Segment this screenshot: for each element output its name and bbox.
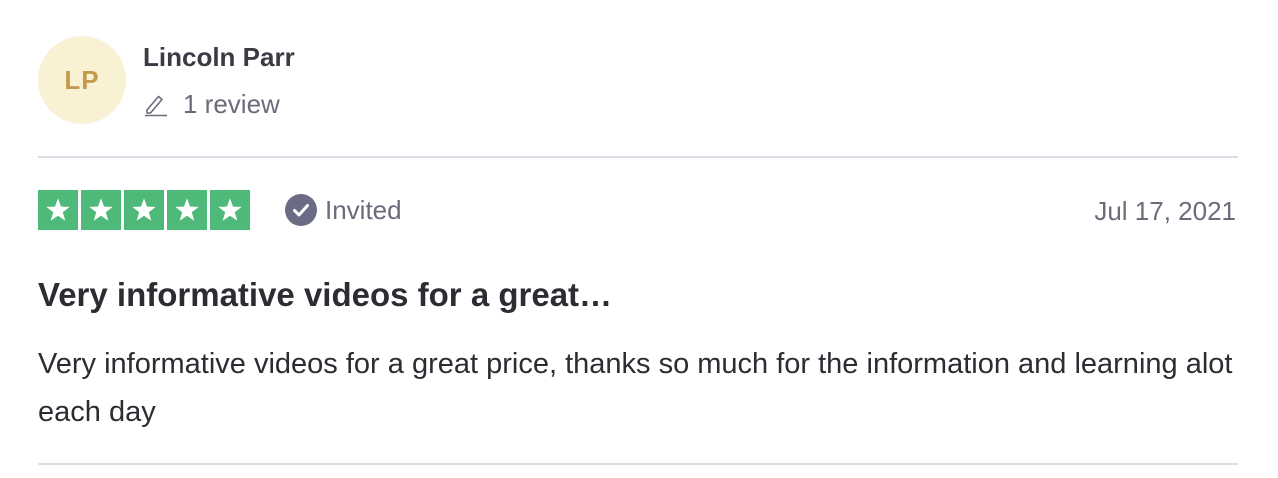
star-icon — [81, 190, 121, 230]
review-count-label: 1 review — [183, 89, 280, 119]
review-title[interactable]: Very informative videos for a great… — [38, 275, 612, 315]
review-count: 1 review — [143, 89, 295, 119]
check-circle-icon — [285, 194, 317, 226]
star-icon — [38, 190, 78, 230]
rating-row: Invited Jul 17, 2021 — [38, 190, 1238, 230]
reviewer-header[interactable]: LP Lincoln Parr 1 review — [38, 36, 295, 124]
pencil-icon — [143, 91, 169, 117]
reviewer-name[interactable]: Lincoln Parr — [143, 41, 295, 73]
divider — [38, 463, 1238, 465]
divider — [38, 156, 1238, 158]
review-card: LP Lincoln Parr 1 review Invited Jul 17,… — [38, 0, 1238, 478]
reviewer-info: Lincoln Parr 1 review — [143, 36, 295, 119]
star-icon — [167, 190, 207, 230]
star-rating — [38, 190, 250, 230]
star-icon — [210, 190, 250, 230]
star-icon — [124, 190, 164, 230]
avatar[interactable]: LP — [38, 36, 126, 124]
invited-label: Invited — [325, 194, 402, 225]
review-body: Very informative videos for a great pric… — [38, 348, 1233, 428]
invited-badge[interactable]: Invited — [285, 194, 402, 226]
review-date: Jul 17, 2021 — [1094, 196, 1236, 226]
